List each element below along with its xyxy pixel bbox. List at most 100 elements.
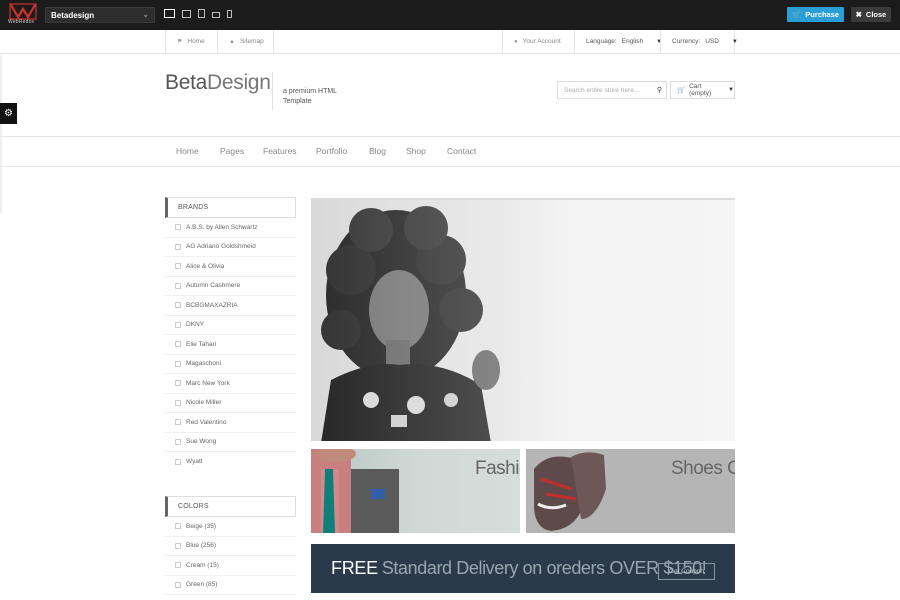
tablet-portrait-icon[interactable] [198, 9, 205, 18]
checkbox[interactable] [175, 562, 181, 569]
gear-icon[interactable]: ⚙ [0, 103, 17, 124]
color-filter-item[interactable]: Cream (15) [165, 556, 296, 576]
brand-label: Elie Tahari [186, 340, 217, 348]
colors-list: Beige (35) Blue (256) Cream (15) Green (… [165, 517, 296, 595]
nav-item-shop[interactable]: Shop [406, 146, 426, 156]
brand-label: Autumn Cashmere [186, 282, 241, 290]
brand-filter-item[interactable]: Marc New York [165, 374, 296, 394]
brand-filter-item[interactable]: BCBGMAXAZRIA [165, 296, 296, 316]
brand-filter-item[interactable]: Alice & Olivia [165, 257, 296, 277]
brand-label: Nicole Miller [186, 399, 222, 407]
top-link-home[interactable]: ⚑ Home [165, 30, 217, 53]
site-logo[interactable]: BetaDesign [165, 71, 271, 95]
side-divider [0, 55, 2, 213]
nav-item-home[interactable]: Home [176, 146, 199, 156]
brand-label: Red Valentino [186, 418, 227, 426]
top-links-bar: ⚑ Home ▲ Sitemap ● Your Account Language… [0, 30, 900, 54]
nav-item-contact[interactable]: Contact [447, 146, 476, 156]
brand-label: Sue Wong [186, 438, 217, 446]
brand-label: DKNY [186, 321, 205, 329]
currency-selector[interactable]: Currency: USD ▼ [660, 30, 738, 53]
close-icon: ✖ [855, 10, 862, 19]
brand-filter-item[interactable]: AG Adriano Goldshmeid [165, 238, 296, 257]
nav-item-blog[interactable]: Blog [369, 146, 386, 156]
nav-item-pages[interactable]: Pages [220, 146, 244, 156]
search-icon[interactable]: ⚲ [657, 86, 662, 94]
checkbox[interactable] [175, 542, 181, 549]
checkbox[interactable] [175, 282, 181, 289]
color-filter-item[interactable]: Blue (256) [165, 537, 296, 556]
color-label: Beige (35) [186, 522, 216, 530]
checkbox[interactable] [175, 243, 181, 250]
device-switcher [164, 9, 232, 18]
brand-filter-item[interactable]: DKNY [165, 316, 296, 335]
brand-light: Design [207, 71, 271, 94]
checkbox[interactable] [175, 302, 181, 309]
language-label: Language: [586, 38, 617, 45]
nav-item-features[interactable]: Features [263, 146, 297, 156]
brand-label: BCBGMAXAZRIA [186, 301, 238, 309]
close-label: Close [865, 10, 887, 19]
purchase-button[interactable]: 🛒 Purchase [787, 7, 844, 22]
checkbox[interactable] [175, 399, 181, 406]
brand-filter-item[interactable]: Elie Tahari [165, 335, 296, 355]
color-filter-item[interactable]: Beige (35) [165, 517, 296, 537]
tagline: a premium HTML Template [283, 88, 337, 105]
checkbox[interactable] [175, 380, 181, 387]
get-coupon-button[interactable]: Get Coupon [658, 563, 715, 580]
tablet-landscape-icon[interactable] [212, 12, 220, 18]
top-link-account[interactable]: ● Your Account [502, 30, 574, 53]
checkbox[interactable] [175, 581, 181, 588]
checkbox[interactable] [175, 419, 181, 426]
currency-label: Currency: [672, 38, 701, 45]
nav-item-portfolio[interactable]: Portfolio [316, 146, 347, 156]
chevron-down-icon: ▼ [728, 87, 734, 93]
theme-select-value: Betadesign [51, 11, 95, 20]
cart-icon: 🛒 [677, 87, 686, 94]
checkbox[interactable] [175, 341, 181, 348]
cart-button[interactable]: 🛒 Cart (empty) ▼ [670, 81, 735, 99]
brands-list: A.B.S. by Allen Schwartz AG Adriano Gold… [165, 218, 296, 472]
search-placeholder: Search entire store here... [564, 87, 640, 94]
top-link-sitemap[interactable]: ▲ Sitemap [217, 30, 274, 53]
chevron-down-icon: ⌄ [142, 10, 149, 19]
shoes-banner-label: Shoes Col [671, 458, 735, 479]
desktop-icon[interactable] [164, 9, 175, 18]
checkbox[interactable] [175, 321, 181, 328]
close-button[interactable]: ✖ Close [851, 7, 891, 22]
checkbox[interactable] [175, 224, 181, 231]
laptop-icon[interactable] [182, 10, 191, 18]
theme-select[interactable]: Betadesign ⌄ [45, 7, 155, 23]
brand-filter-item[interactable]: A.B.S. by Allen Schwartz [165, 218, 296, 238]
brand-divider [272, 72, 273, 110]
brand-filter-item[interactable]: Nicole Miller [165, 394, 296, 413]
brands-title: BRANDS [165, 197, 296, 218]
checkbox[interactable] [175, 523, 181, 530]
brand-filter-item[interactable]: Red Valentino [165, 413, 296, 433]
brand-filter-item[interactable]: Magaschoni [165, 355, 296, 374]
hero-slider[interactable] [311, 198, 735, 441]
brand-filter-item[interactable]: Autumn Cashmere [165, 277, 296, 296]
sitemap-icon: ▲ [229, 38, 235, 45]
chevron-down-icon: ▼ [731, 38, 738, 45]
search-input[interactable]: Search entire store here... ⚲ [557, 81, 667, 99]
color-label: Blue (256) [186, 542, 216, 550]
brand-filter-item[interactable]: Wyatt [165, 452, 296, 472]
delivery-free: FREE [331, 558, 378, 578]
shoes-banner[interactable]: Shoes Col [526, 449, 735, 533]
brand-label: AG Adriano Goldshmeid [186, 243, 256, 251]
cart-label: Cart (empty) [689, 83, 712, 97]
checkbox[interactable] [175, 458, 181, 465]
checkbox[interactable] [175, 263, 181, 270]
brand-label: Marc New York [186, 379, 230, 387]
color-filter-item[interactable]: Green (85) [165, 576, 296, 595]
fashion-banner[interactable]: Fashion [311, 449, 520, 533]
brand-filter-item[interactable]: Sue Wong [165, 433, 296, 452]
checkbox[interactable] [175, 360, 181, 367]
brand-bold: Beta [165, 71, 207, 94]
language-selector[interactable]: Language: English ▼ [574, 30, 662, 53]
home-icon: ⚑ [177, 39, 183, 45]
phone-icon[interactable] [227, 10, 232, 18]
hero-model-image [311, 200, 735, 441]
checkbox[interactable] [175, 438, 181, 445]
